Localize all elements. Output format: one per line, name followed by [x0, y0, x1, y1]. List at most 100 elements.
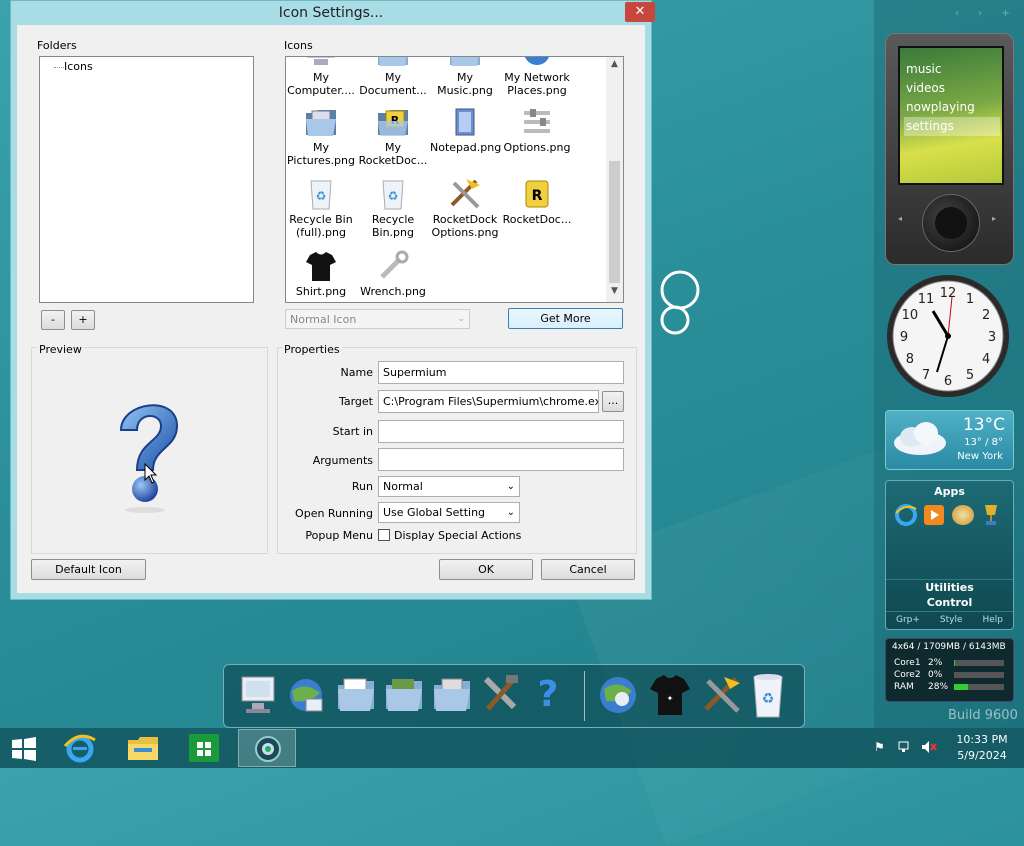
- icon-item-label: Shirt.png: [295, 285, 347, 298]
- icon-item[interactable]: My Music.png: [430, 57, 500, 97]
- zune-pad-button[interactable]: [922, 194, 980, 252]
- icon-item[interactable]: Options.png: [502, 105, 572, 154]
- tree-item-icons[interactable]: Icons: [64, 60, 93, 73]
- preview-label: Preview: [37, 343, 84, 356]
- add-folder-button[interactable]: +: [71, 310, 95, 330]
- supermium-icon: [255, 736, 281, 762]
- name-input[interactable]: Supermium: [378, 361, 624, 384]
- ok-button[interactable]: OK: [439, 559, 533, 580]
- volume-muted-icon[interactable]: [921, 740, 937, 754]
- icon-item[interactable]: My Network Places.png: [502, 57, 572, 97]
- tray-clock[interactable]: 10:33 PM 5/9/2024: [952, 732, 1012, 764]
- style-button[interactable]: Style: [940, 612, 963, 628]
- documents-folder-icon: [376, 57, 410, 69]
- zune-menu-item[interactable]: music: [904, 60, 1000, 79]
- dock-supermium-icon[interactable]: [596, 673, 640, 717]
- cpu-meter-value: 28%: [928, 682, 949, 692]
- clock-numeral: 11: [918, 292, 935, 307]
- dock-pictures-icon[interactable]: [432, 675, 472, 715]
- internet-explorer-icon[interactable]: [894, 503, 918, 527]
- zune-menu-item[interactable]: nowplaying: [904, 98, 1000, 117]
- icon-item[interactable]: Shirt.png: [286, 249, 356, 298]
- control-button[interactable]: Control: [886, 596, 1013, 609]
- default-icon-button[interactable]: Default Icon: [31, 559, 146, 580]
- paint-icon[interactable]: [952, 505, 974, 525]
- dock-my-computer-icon[interactable]: [238, 673, 278, 717]
- zune-menu-item[interactable]: settings: [904, 117, 1000, 136]
- taskbar-store-icon[interactable]: [189, 734, 219, 762]
- dialog-client: Folders Icons - + Icons My Computer.... M…: [17, 25, 645, 593]
- previous-icon[interactable]: ◂: [898, 214, 902, 223]
- build-watermark: Build 9600: [948, 708, 1018, 723]
- arguments-input[interactable]: [378, 448, 624, 471]
- icon-item-label: Recycle Bin.png: [371, 213, 415, 239]
- dock-documents-icon[interactable]: [336, 675, 376, 715]
- display-special-actions-checkbox[interactable]: [378, 529, 390, 541]
- icon-item[interactable]: RocketDock Options.png: [430, 177, 500, 239]
- group-add-button[interactable]: Grp+: [896, 612, 920, 628]
- scroll-down-icon[interactable]: ▼: [606, 286, 623, 298]
- clock-numeral: 7: [922, 368, 930, 383]
- scroll-thumb[interactable]: [609, 161, 620, 283]
- get-more-button[interactable]: Get More: [508, 308, 623, 329]
- dock-shirt-icon[interactable]: ✦: [648, 671, 692, 719]
- scroll-up-icon[interactable]: ▲: [606, 59, 623, 71]
- cpu-meter-value: 0%: [928, 670, 943, 680]
- recycle-bin-full-icon: ♻: [304, 177, 338, 211]
- utilities-button[interactable]: Utilities: [886, 579, 1013, 594]
- open-running-select[interactable]: Use Global Setting ⌄: [378, 502, 520, 523]
- clock-numeral: 2: [982, 308, 990, 323]
- close-button[interactable]: ✕: [625, 2, 655, 22]
- icon-item[interactable]: R My RocketDoc...: [358, 105, 428, 167]
- icons-grid[interactable]: My Computer.... My Document... My Music.pn…: [285, 56, 624, 303]
- folders-label: Folders: [37, 39, 77, 52]
- icon-type-select[interactable]: Normal Icon ⌄: [285, 309, 470, 329]
- dock-music-icon[interactable]: [384, 675, 424, 715]
- icon-item[interactable]: My Pictures.png: [286, 105, 356, 167]
- help-button[interactable]: Help: [982, 612, 1003, 628]
- icon-item[interactable]: My Computer....: [286, 57, 356, 97]
- dock-rocketdock-options-icon[interactable]: [700, 673, 744, 717]
- taskbar-ie-icon[interactable]: [63, 732, 97, 764]
- icon-item[interactable]: Wrench.png: [358, 249, 428, 298]
- shirt-icon: [304, 249, 338, 283]
- weather-city: New York: [957, 451, 1003, 462]
- zune-menu-item[interactable]: videos: [904, 79, 1000, 98]
- run-select[interactable]: Normal ⌄: [378, 476, 520, 497]
- chevron-down-icon: ⌄: [506, 481, 515, 492]
- remove-folder-button[interactable]: -: [41, 310, 65, 330]
- rocketdock: ? ✦ ♻: [223, 664, 805, 728]
- arguments-label: Arguments: [312, 454, 373, 467]
- dock-help-icon[interactable]: ?: [532, 673, 564, 717]
- cpu-meter-value: 2%: [928, 658, 943, 668]
- display-special-actions-label[interactable]: Display Special Actions: [394, 529, 521, 542]
- icon-item[interactable]: ♻ Recycle Bin (full).png: [286, 177, 356, 239]
- dock-tools-icon[interactable]: [480, 673, 520, 717]
- clock-numeral: 12: [940, 286, 957, 301]
- cancel-button[interactable]: Cancel: [541, 559, 635, 580]
- trophy-icon[interactable]: [982, 503, 1000, 527]
- icon-item[interactable]: Notepad.png: [430, 105, 501, 154]
- icons-scrollbar[interactable]: ▲ ▼: [606, 57, 623, 302]
- rocketdock-folder-icon: R: [376, 105, 410, 139]
- icon-item[interactable]: R RocketDoc...: [502, 177, 572, 226]
- flag-icon[interactable]: ⚑: [874, 740, 885, 754]
- start-button[interactable]: [10, 736, 38, 762]
- media-player-icon[interactable]: [924, 505, 944, 525]
- taskbar-explorer-icon[interactable]: [126, 734, 160, 762]
- clock-numeral: 4: [982, 352, 990, 367]
- network-tray-icon[interactable]: [898, 740, 912, 754]
- folders-tree[interactable]: Icons: [39, 56, 254, 303]
- taskbar-supermium-button[interactable]: [238, 729, 296, 767]
- icon-item[interactable]: ♻ Recycle Bin.png: [358, 177, 428, 239]
- target-input[interactable]: C:\Program Files\Supermium\chrome.exe: [378, 390, 599, 413]
- dock-recycle-bin-icon[interactable]: ♻: [750, 671, 786, 719]
- icon-item[interactable]: My Document...: [358, 57, 428, 97]
- taskbar: ⚑ 10:33 PM 5/9/2024: [0, 728, 1024, 768]
- play-pause-icon[interactable]: ▸: [992, 214, 996, 223]
- browse-target-button[interactable]: ...: [602, 391, 624, 412]
- dock-network-icon[interactable]: [286, 673, 326, 717]
- sidebar-nav-icons[interactable]: ‹ › +: [955, 8, 1018, 19]
- startin-input[interactable]: [378, 420, 624, 443]
- cloud-icon: [894, 422, 946, 455]
